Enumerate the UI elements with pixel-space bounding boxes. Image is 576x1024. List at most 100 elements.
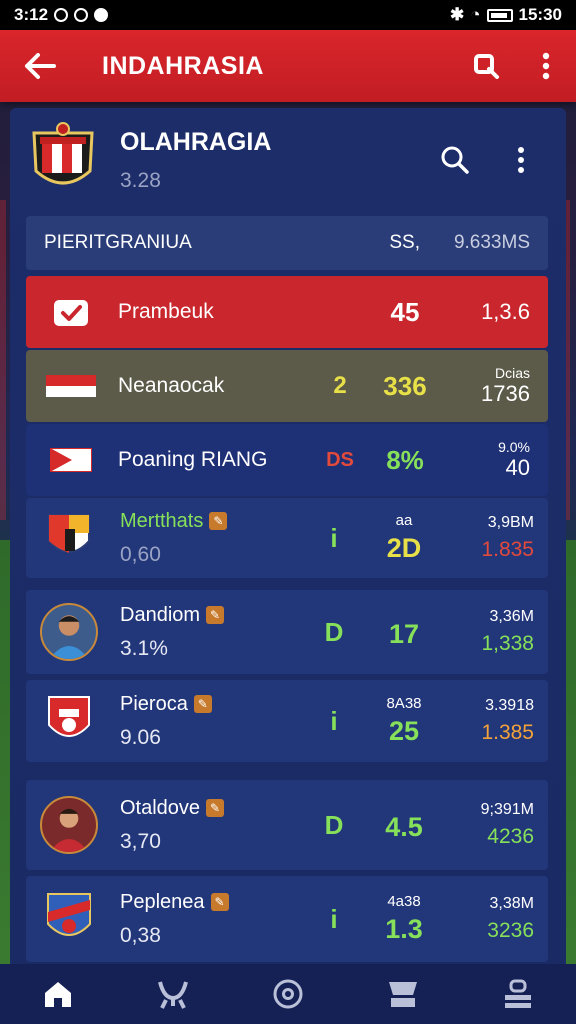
team-badge-icon [40, 509, 98, 567]
row-value1: 2 [333, 372, 347, 399]
ball-icon [273, 979, 303, 1009]
table-row[interactable]: Prambeuk 45 1,3.6 [26, 276, 548, 348]
more-vert-icon [542, 52, 550, 80]
g-icon [54, 8, 69, 22]
verified-badge-icon: ✎ [193, 695, 212, 713]
nav-trophy[interactable] [133, 964, 213, 1024]
card-col-b-top: aa [395, 512, 413, 529]
more-vert-icon [518, 147, 524, 173]
player-avatar [40, 796, 98, 854]
card-col-a: i [330, 705, 338, 736]
row-value3-cell: Dcias 1736 [440, 365, 530, 407]
card-value: 3,70 [120, 829, 161, 853]
bottom-nav [0, 964, 576, 1024]
nav-home[interactable] [18, 964, 98, 1024]
player-card[interactable]: Dandiom ✎ 3.1% D 17 3,36M 1,338 [26, 590, 548, 674]
menu-button[interactable] [516, 30, 576, 102]
card-col-b-top: 4a38 [387, 893, 421, 910]
app-title: INDAHRASIA [102, 51, 264, 80]
row-name: Poaning RIANG [118, 448, 268, 471]
player-card[interactable]: Otaldove ✎ 3,70 D 4.5 9;391M 4236 [26, 780, 548, 870]
card-col-b: 4.5 [385, 811, 423, 842]
card-col-c: 1.835 [481, 538, 534, 561]
back-button[interactable] [0, 30, 80, 102]
wifi-icon: ◔ [470, 5, 481, 24]
table-row[interactable]: Poaning RIANG DS 8% 9.0% 40 [26, 424, 548, 496]
card-col-a: i [330, 522, 338, 553]
card-col-a: D [324, 809, 344, 840]
card-col-c-top: 9;391M [480, 801, 534, 818]
card-col-c: 1,338 [481, 632, 534, 655]
back-arrow-icon [25, 53, 56, 79]
search-icon [474, 54, 499, 79]
flag-icon [44, 448, 98, 472]
card-col-b: 1.3 [385, 914, 423, 944]
card-col-c: 4236 [487, 825, 534, 848]
card-name: Dandiom [120, 603, 201, 626]
clock-right: 15:30 [518, 5, 562, 24]
card-col-b-top: 8A38 [386, 695, 422, 712]
verified-badge-icon: ✎ [210, 893, 229, 911]
player-card[interactable]: Peplenea ✎ 0,38 i 4a38 1.3 3,38M 3236 [26, 876, 548, 962]
compass-icon [94, 8, 109, 22]
card-col-c: 1.385 [481, 721, 534, 744]
bluetooth-icon: ✱ [449, 5, 465, 24]
alarm-icon [74, 8, 89, 22]
flag-icon [44, 375, 98, 397]
card-value: 0,60 [120, 542, 161, 566]
card-col-c: 3236 [487, 919, 534, 942]
card-value: 3.1% [120, 636, 168, 660]
card-name: Otaldove [120, 796, 201, 819]
player-card[interactable]: Pieroca ✎ 9.06 i 8A38 25 3.3918 1.385 [26, 680, 548, 762]
row-value3-small: 9.0% [498, 439, 530, 455]
verified-badge-icon: ✎ [206, 799, 225, 817]
team-header: OLAHRAGIA 3.28 [24, 112, 554, 208]
player-avatar [40, 603, 98, 661]
battery-icon [486, 8, 513, 22]
trophy-icon [157, 981, 188, 1009]
profile-icon [505, 979, 532, 1008]
card-col-a: i [330, 903, 338, 934]
status-bar: 3:12 ✱ ◔ 15:30 [0, 0, 576, 30]
team-menu-button[interactable] [488, 130, 554, 190]
row-value1: DS [326, 448, 354, 471]
table-header: PIERITGRANIUA SS, 9.633MS [26, 216, 548, 270]
card-value: 9.06 [120, 725, 161, 749]
team-badge-icon [40, 890, 98, 948]
table-header-col1: SS, [389, 232, 420, 253]
row-value3: 1,3.6 [481, 299, 530, 324]
table-header-label: PIERITGRANIUA [44, 232, 192, 253]
card-col-b: 25 [388, 716, 420, 746]
table-row[interactable]: Neanaocak 2 336 Dcias 1736 [26, 350, 548, 422]
card-name: Mertthats [120, 509, 204, 532]
card-col-b: 17 [388, 618, 420, 649]
clock-left: 3:12 [14, 5, 49, 24]
card-col-b: 2D [386, 533, 422, 563]
search-button[interactable] [456, 30, 516, 102]
verified-badge-icon: ✎ [209, 512, 228, 530]
row-value3-cell: 9.0% 40 [440, 439, 530, 481]
nav-ball[interactable] [248, 964, 328, 1024]
team-badge-icon [40, 692, 98, 750]
card-col-c-top: 3,9BM [487, 514, 534, 531]
search-icon [441, 146, 469, 174]
card-name: Pieroca [120, 692, 188, 715]
stats-icon [389, 982, 418, 1007]
card-col-c-top: 3.3918 [485, 697, 534, 714]
team-subtitle: 3.28 [120, 168, 161, 192]
card-col-c-top: 3,38M [489, 895, 534, 912]
player-card[interactable]: Mertthats ✎ 0,60 i aa 2D 3,9BM 1.835 [26, 498, 548, 578]
row-value2: 8% [386, 444, 424, 475]
team-crest-logo [24, 121, 102, 199]
row-value3-small: Dcias [494, 365, 530, 381]
card-col-c-top: 3,36M [489, 608, 534, 625]
card-col-a: D [324, 616, 344, 647]
nav-profile[interactable] [478, 964, 558, 1024]
team-search-button[interactable] [422, 130, 488, 190]
card-value: 0,38 [120, 923, 161, 947]
mail-icon [44, 296, 98, 328]
row-name: Prambeuk [118, 300, 214, 323]
nav-stats[interactable] [363, 964, 443, 1024]
app-bar: INDAHRASIA [0, 30, 576, 102]
verified-badge-icon: ✎ [206, 606, 225, 624]
